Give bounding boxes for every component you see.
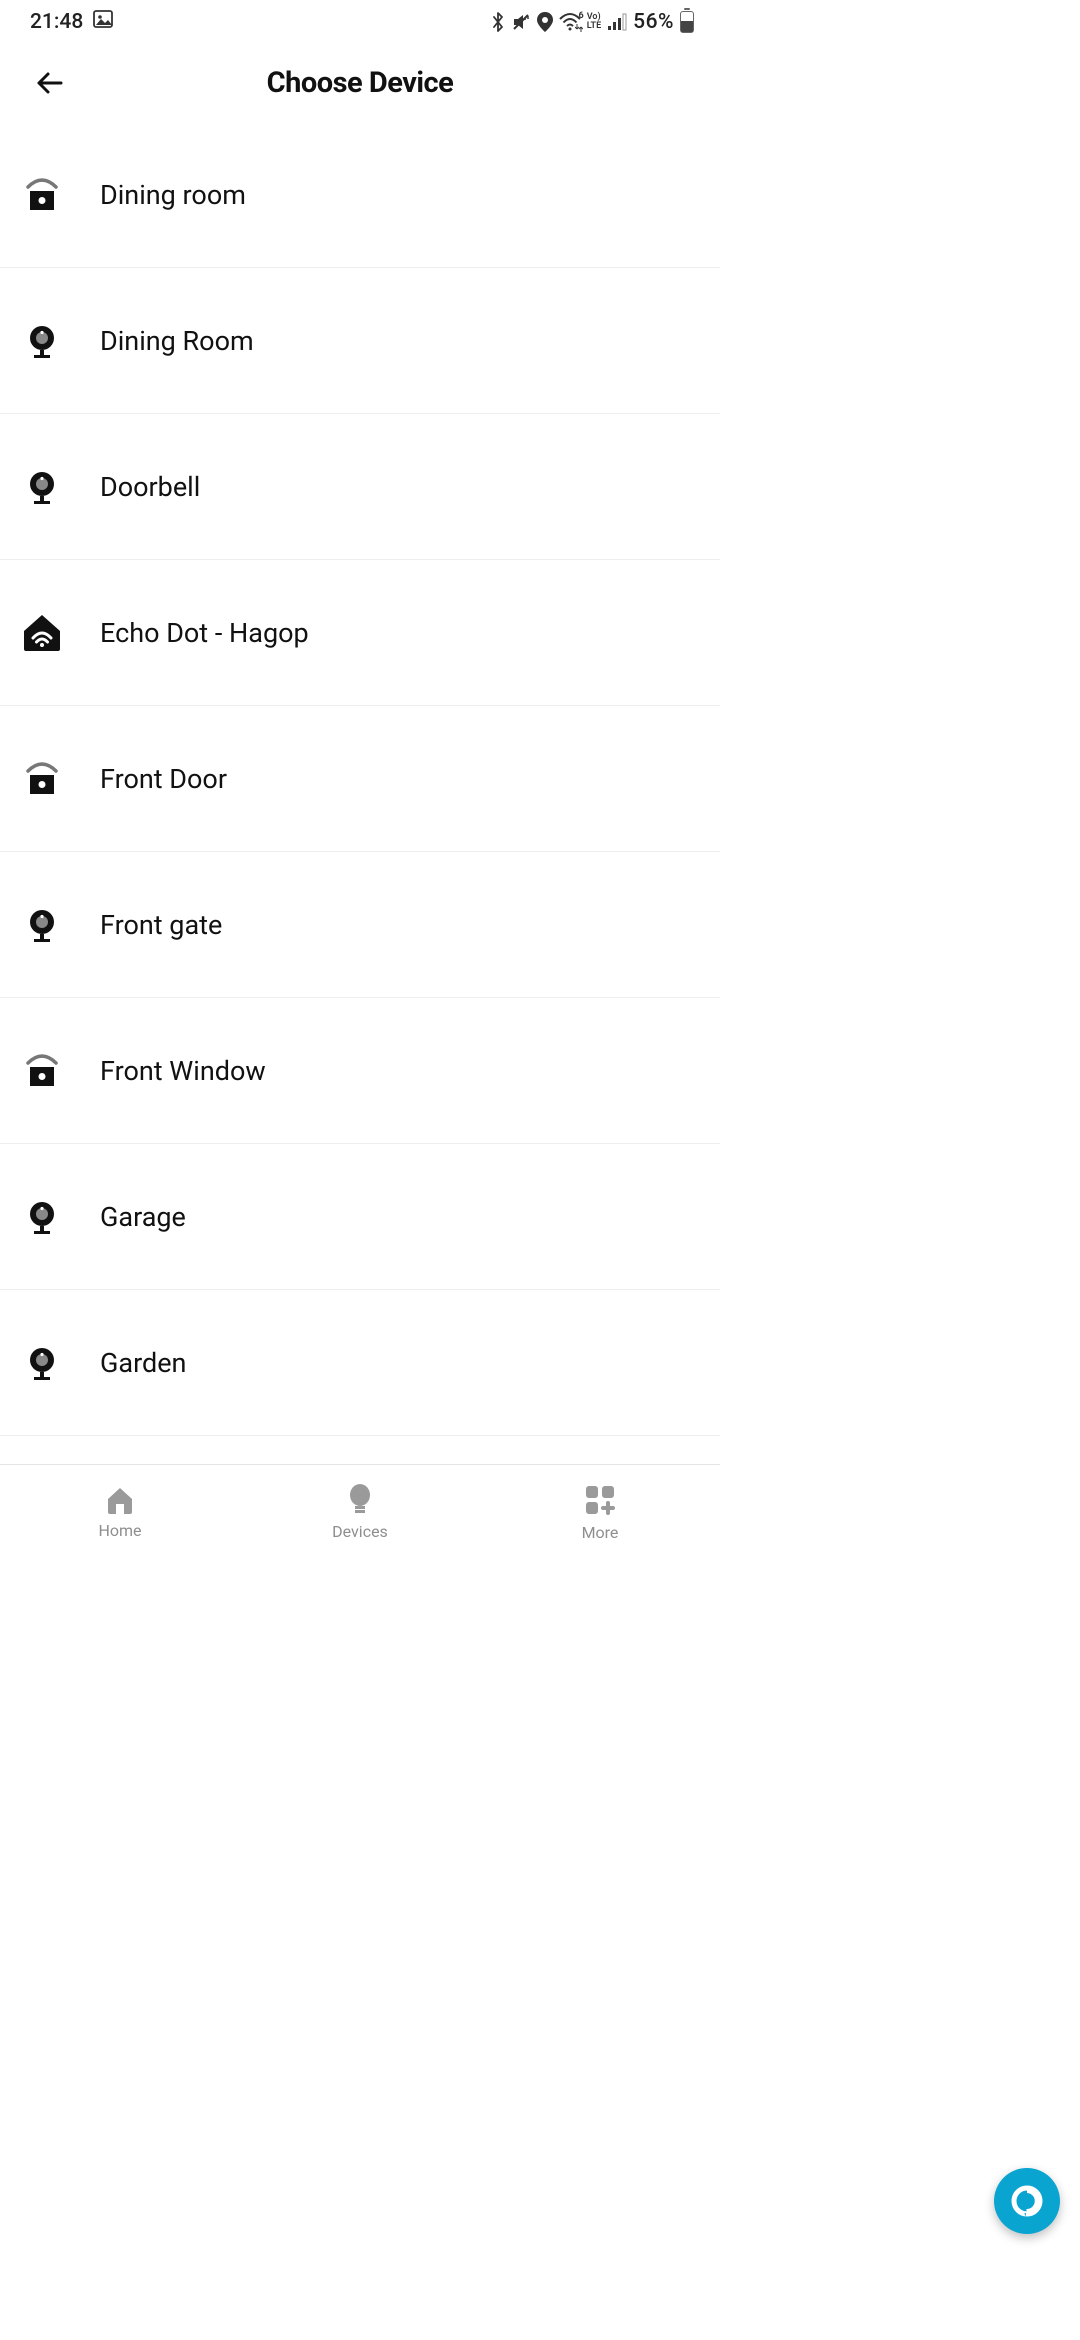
back-button[interactable] bbox=[28, 61, 72, 105]
device-label: Dining room bbox=[100, 179, 246, 211]
nav-devices-label: Devices bbox=[332, 1522, 388, 1541]
device-label: Echo Dot - Hagop bbox=[100, 617, 309, 649]
signal-icon bbox=[607, 13, 627, 31]
camera-icon bbox=[22, 321, 100, 361]
nav-more[interactable]: More bbox=[480, 1465, 720, 1560]
battery-percentage: 56% bbox=[633, 10, 674, 34]
sensor-icon bbox=[22, 175, 100, 215]
device-row[interactable]: Doorbell bbox=[0, 414, 720, 560]
header: Choose Device bbox=[0, 44, 720, 122]
device-label: Garden bbox=[100, 1347, 186, 1379]
page-title: Choose Device bbox=[0, 66, 720, 100]
device-label: Front Door bbox=[100, 763, 227, 795]
nav-devices[interactable]: Devices bbox=[240, 1465, 480, 1560]
image-icon bbox=[93, 9, 113, 35]
echo-icon bbox=[22, 613, 100, 653]
bluetooth-icon bbox=[491, 12, 505, 32]
mute-icon bbox=[511, 12, 531, 32]
camera-icon bbox=[22, 905, 100, 945]
volte-icon: Vo)LTE bbox=[587, 13, 601, 31]
camera-icon bbox=[22, 467, 100, 507]
device-label: Front Window bbox=[100, 1055, 266, 1087]
device-list: Dining room Dining Room Doorbell Echo Dot -… bbox=[0, 122, 720, 1464]
device-row[interactable]: Dining Room bbox=[0, 268, 720, 414]
device-label: Dining Room bbox=[100, 325, 254, 357]
device-row[interactable]: Front gate bbox=[0, 852, 720, 998]
status-time: 21:48 bbox=[30, 10, 83, 34]
nav-more-label: More bbox=[582, 1523, 619, 1542]
device-row[interactable]: Front Door bbox=[0, 706, 720, 852]
battery-icon bbox=[680, 11, 694, 33]
home-icon bbox=[104, 1485, 136, 1515]
camera-icon bbox=[22, 1197, 100, 1237]
sensor-icon bbox=[22, 759, 100, 799]
device-row[interactable]: Garden bbox=[0, 1290, 720, 1436]
bulb-icon bbox=[348, 1484, 372, 1516]
device-row[interactable]: Dining room bbox=[0, 122, 720, 268]
device-label: Garage bbox=[100, 1201, 186, 1233]
nav-home[interactable]: Home bbox=[0, 1465, 240, 1560]
device-row[interactable]: Echo Dot - Hagop bbox=[0, 560, 720, 706]
status-bar: 21:48 6 Vo)LTE 56% bbox=[0, 0, 720, 44]
sensor-icon bbox=[22, 1051, 100, 1091]
device-label: Front gate bbox=[100, 909, 222, 941]
location-icon bbox=[537, 12, 553, 32]
camera-icon bbox=[22, 1343, 100, 1383]
nav-home-label: Home bbox=[98, 1521, 141, 1540]
arrow-left-icon bbox=[33, 66, 67, 100]
wifi-icon: 6 bbox=[559, 13, 581, 31]
more-icon bbox=[583, 1483, 617, 1517]
device-row[interactable]: Front Window bbox=[0, 998, 720, 1144]
device-label: Doorbell bbox=[100, 471, 200, 503]
bottom-nav: Home Devices More bbox=[0, 1464, 720, 1560]
device-row[interactable]: Garage bbox=[0, 1144, 720, 1290]
